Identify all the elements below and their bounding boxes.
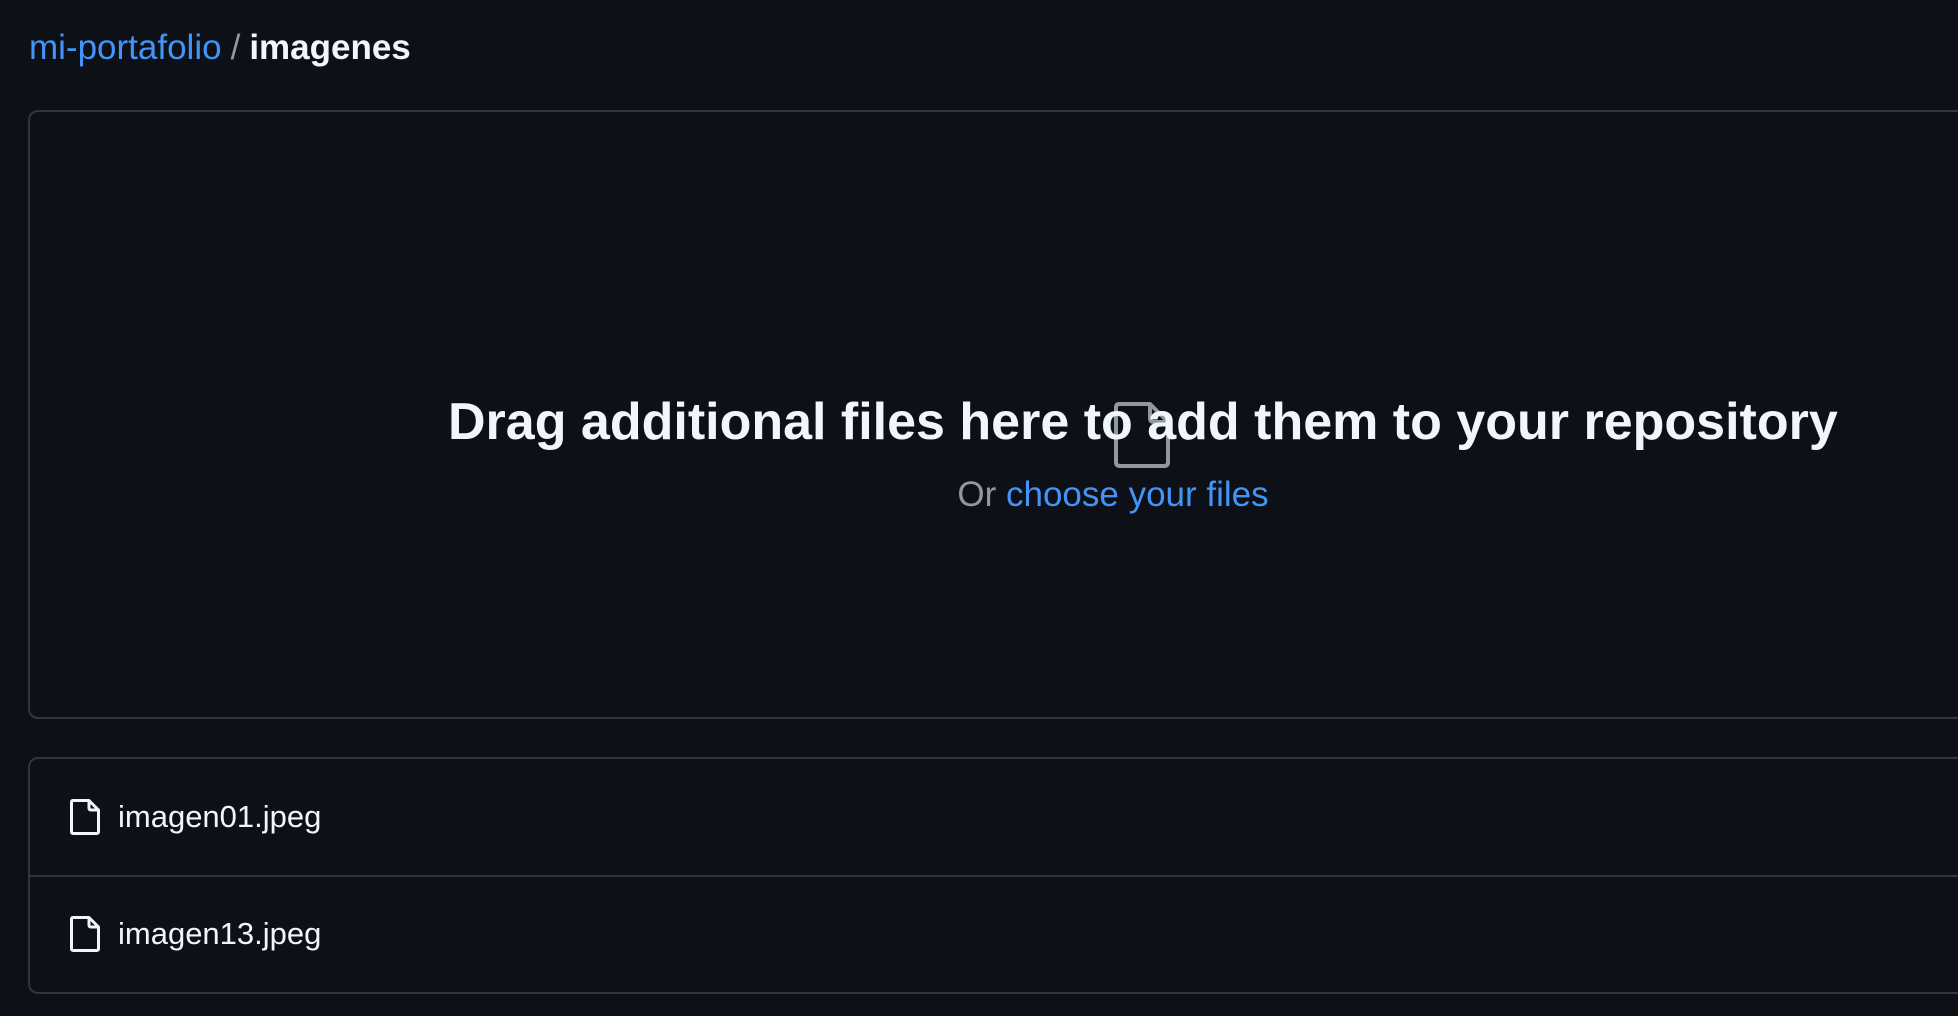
breadcrumb-current-directory: imagenes	[249, 28, 411, 67]
file-row[interactable]: imagen01.jpeg	[30, 759, 1958, 875]
choose-files-link[interactable]: choose your files	[1006, 475, 1269, 514]
dropzone-title: Drag additional files here to add them t…	[448, 393, 1838, 451]
file-icon	[70, 799, 100, 835]
file-row[interactable]: imagen13.jpeg	[30, 875, 1958, 991]
breadcrumb-repo-link[interactable]: mi-portafolio	[29, 26, 222, 70]
file-name: imagen13.jpeg	[118, 916, 322, 951]
dropzone-or-text: Or	[957, 475, 997, 514]
upload-files-page: mi-portafolio / imagenes Drag additional…	[0, 0, 1958, 1016]
breadcrumb: mi-portafolio / imagenes	[29, 26, 411, 70]
file-name: imagen01.jpeg	[118, 799, 322, 834]
file-list: imagen01.jpeg imagen13.jpeg	[28, 757, 1958, 994]
breadcrumb-separator: /	[230, 28, 241, 67]
file-icon	[70, 916, 100, 952]
dropzone-subtitle: Or choose your files	[448, 472, 1778, 518]
